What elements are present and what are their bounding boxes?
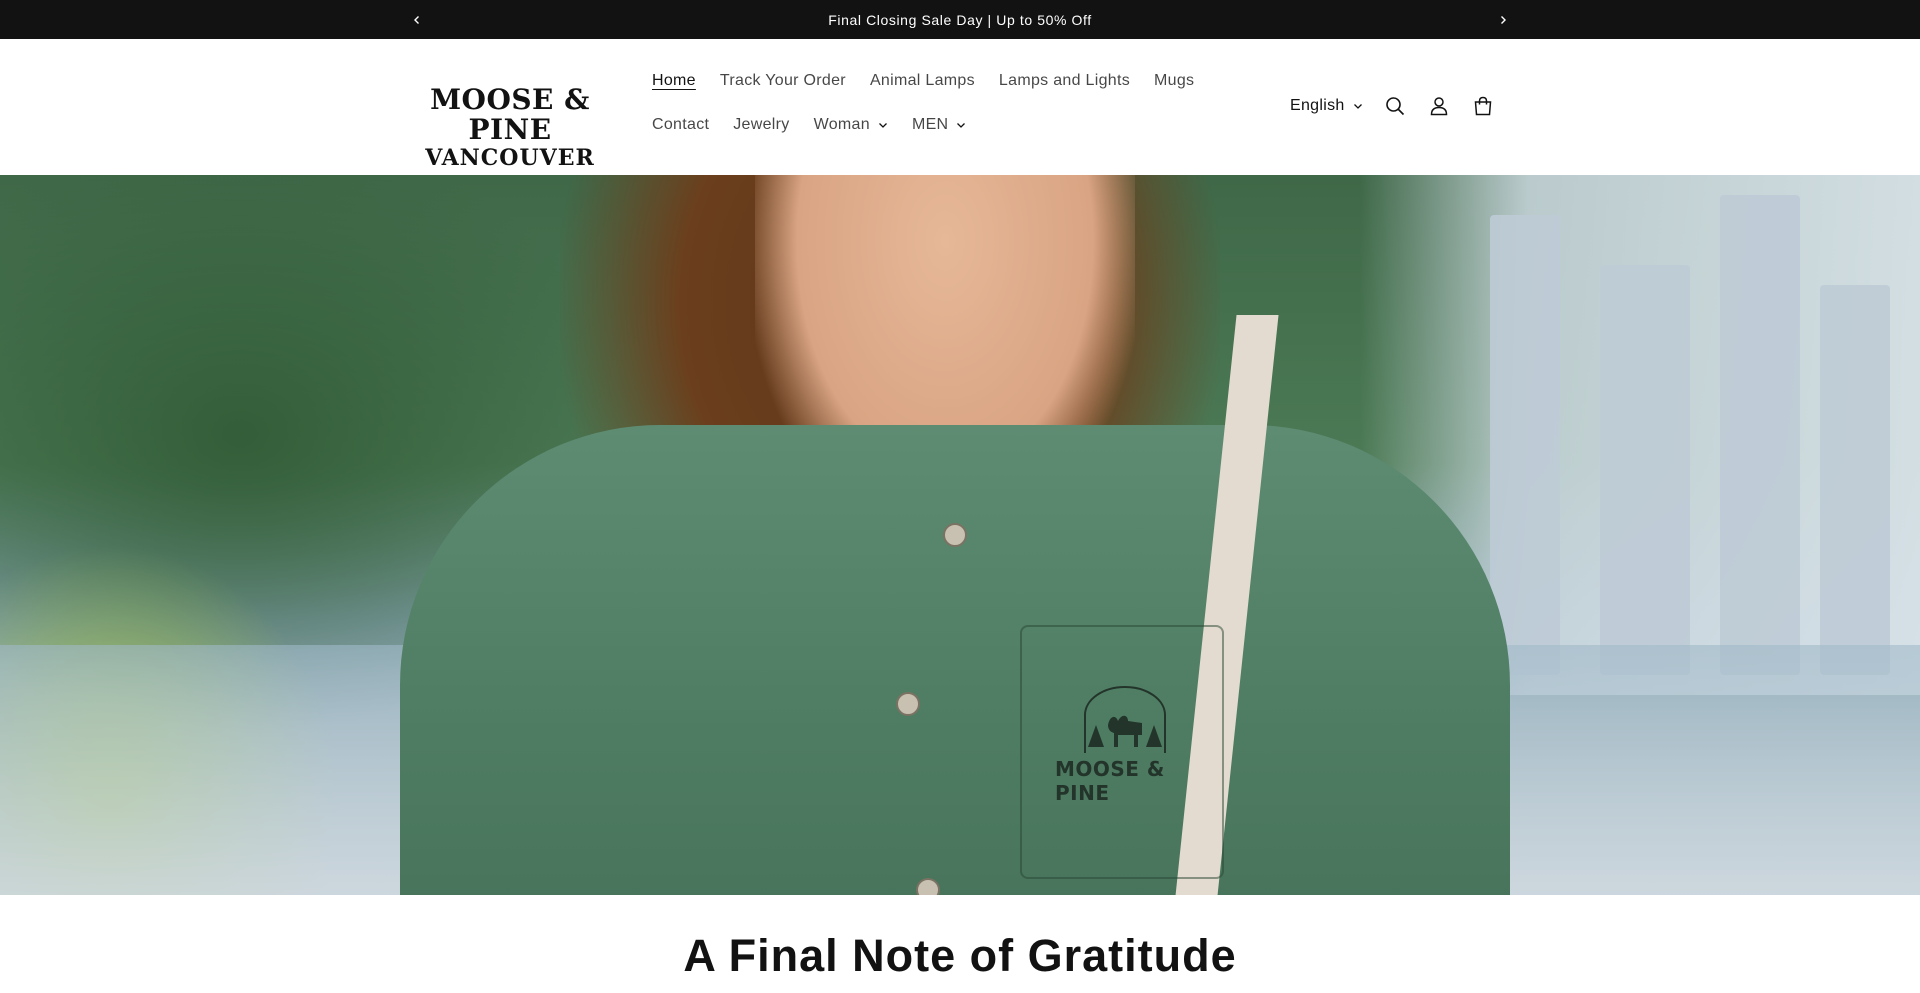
hero-shirt <box>400 425 1510 895</box>
nav-item-contact[interactable]: Contact <box>640 116 721 134</box>
moose-icon <box>1084 686 1166 753</box>
search-icon <box>1385 97 1404 116</box>
announcement-bar: Final Closing Sale Day | Up to 50% Off <box>0 0 1920 39</box>
shirt-pocket-logo: MOOSE & PINE <box>1055 685 1195 805</box>
nav-item-men[interactable]: MEN <box>900 116 978 134</box>
nav-item-home[interactable]: Home <box>640 72 708 90</box>
hero-banner-image: MOOSE & PINE <box>0 175 1920 895</box>
site-header: MOOSE & PINE VANCOUVER Home Track Your O… <box>0 39 1920 176</box>
nav-row-2: Contact Jewelry Woman MEN <box>640 103 1240 147</box>
chevron-down-icon <box>957 123 966 128</box>
nav-item-jewelry[interactable]: Jewelry <box>721 116 801 134</box>
store-logo[interactable]: MOOSE & PINE VANCOUVER <box>410 83 610 172</box>
announcement-next-button[interactable] <box>1488 0 1518 39</box>
logo-line1: MOOSE & PINE <box>430 83 590 146</box>
chevron-down-icon <box>1353 104 1362 109</box>
nav-item-animal-lamps[interactable]: Animal Lamps <box>858 72 987 90</box>
nav-row-1: Home Track Your Order Animal Lamps Lamps… <box>640 59 1240 103</box>
search-button[interactable] <box>1373 84 1417 128</box>
account-icon <box>1430 97 1447 116</box>
section-heading: A Final Note of Gratitude <box>683 930 1237 981</box>
nav-item-men-label: MEN <box>911 116 949 133</box>
nav-item-woman[interactable]: Woman <box>802 116 900 134</box>
shirt-button <box>916 878 940 895</box>
announcement-prev-button[interactable] <box>402 0 432 39</box>
chevron-down-icon <box>878 123 887 128</box>
logo-line2: VANCOUVER <box>425 145 595 171</box>
main-nav: Home Track Your Order Animal Lamps Lamps… <box>640 59 1240 147</box>
cart-button[interactable] <box>1461 84 1505 128</box>
language-label: English <box>1290 97 1345 114</box>
nav-item-lamps-lights[interactable]: Lamps and Lights <box>987 72 1142 90</box>
nav-item-mugs[interactable]: Mugs <box>1142 72 1206 90</box>
announcement-text: Final Closing Sale Day | Up to 50% Off <box>828 11 1092 28</box>
shirt-button <box>896 692 920 716</box>
chevron-right-icon <box>1501 15 1506 24</box>
shirt-logo-text: MOOSE & PINE <box>1055 757 1165 805</box>
shirt-button <box>943 523 967 547</box>
account-button[interactable] <box>1417 84 1461 128</box>
cart-icon <box>1474 96 1491 116</box>
nav-item-track-order[interactable]: Track Your Order <box>708 72 858 90</box>
language-selector[interactable]: English <box>1290 97 1363 115</box>
chevron-left-icon <box>414 15 419 24</box>
nav-item-woman-label: Woman <box>813 116 870 133</box>
header-tools: English <box>1290 89 1505 123</box>
